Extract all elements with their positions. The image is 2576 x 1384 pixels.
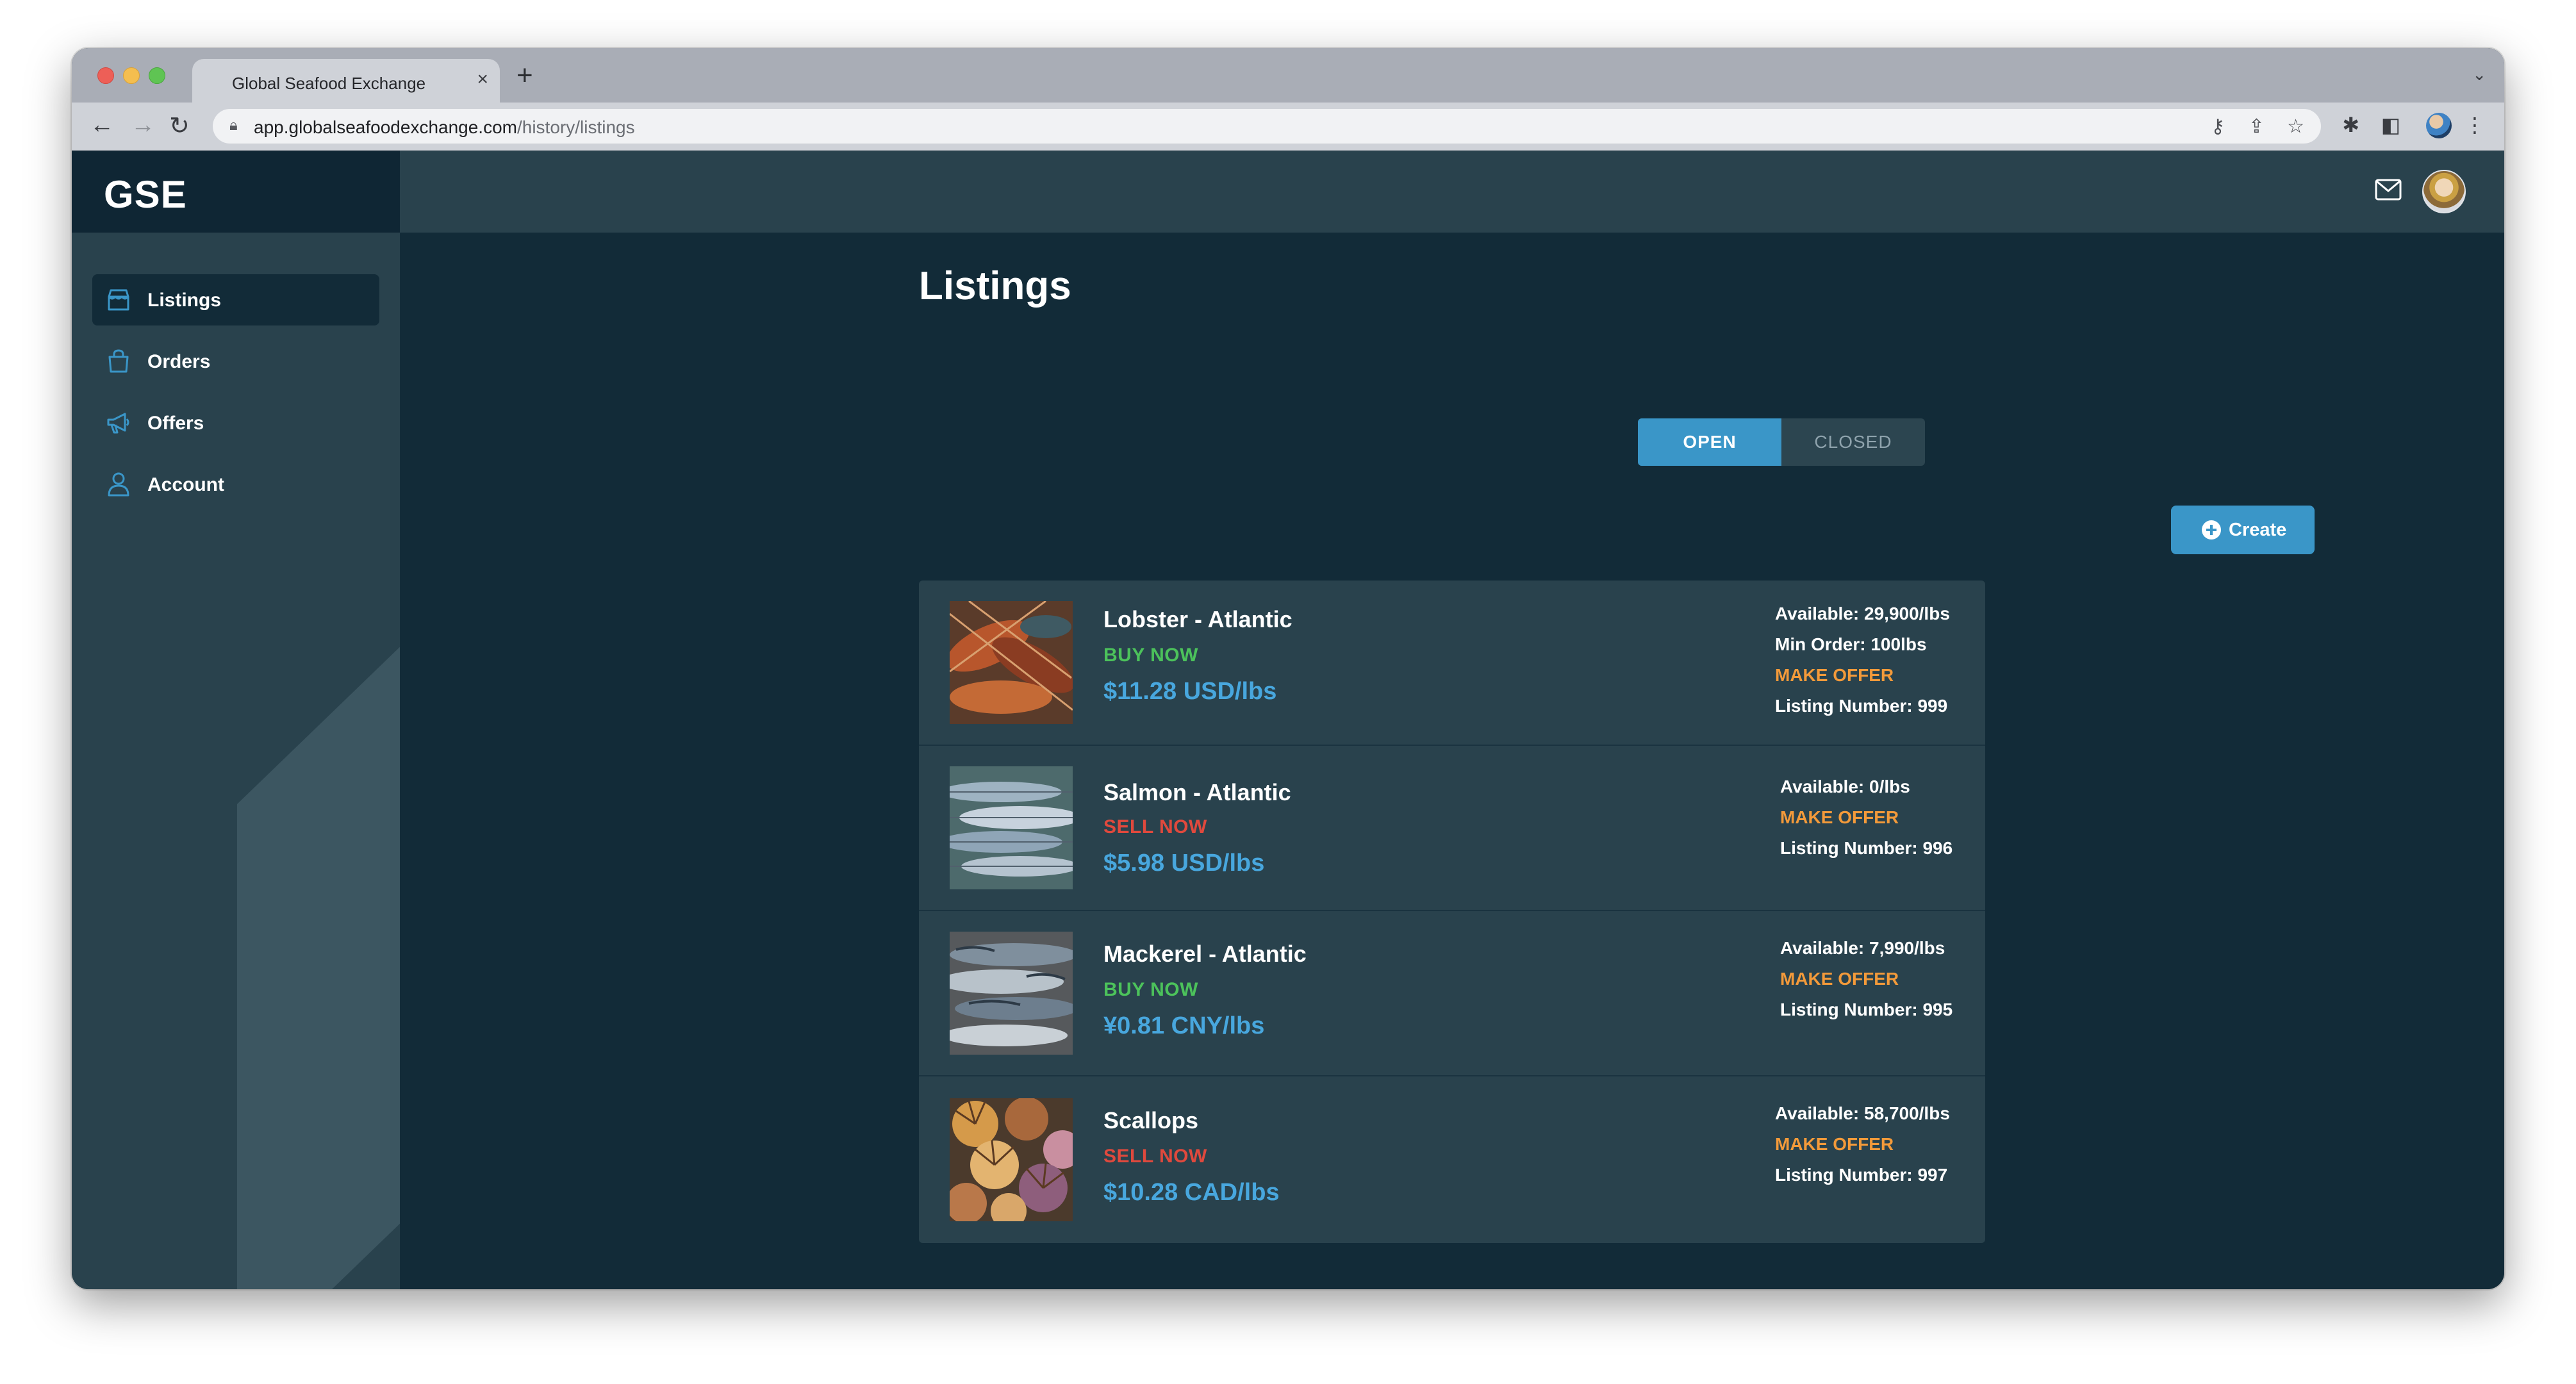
listing-name[interactable]: Scallops: [1103, 1107, 1198, 1134]
user-icon: [108, 472, 129, 497]
tab-title: Global Seafood Exchange: [232, 74, 426, 93]
tab-closed[interactable]: CLOSED: [1781, 418, 1925, 466]
listing-row[interactable]: Mackerel - Atlantic BUY NOW ¥0.81 CNY/lb…: [919, 911, 1985, 1076]
create-listing-button[interactable]: Create: [2171, 506, 2315, 554]
available-quantity: Available: 58,700/lbs: [1775, 1103, 1950, 1123]
listing-number: Listing Number: 999: [1775, 696, 1948, 716]
buy-now-link[interactable]: BUY NOW: [1103, 979, 1198, 1001]
listing-price: $10.28 CAD/lbs: [1103, 1179, 1280, 1206]
main-content: Listings OPEN CLOSED Create Lobster - At…: [400, 233, 2504, 1289]
brand-header: GSE: [72, 151, 400, 233]
sidebar-item-label: Account: [147, 474, 224, 495]
lobster-thumbnail[interactable]: [950, 601, 1073, 724]
browser-tab[interactable]: Global Seafood Exchange ×: [192, 59, 500, 103]
forward-arrow-icon[interactable]: →: [131, 111, 155, 139]
make-offer-link[interactable]: MAKE OFFER: [1775, 660, 1950, 691]
listings-list: Lobster - Atlantic BUY NOW $11.28 USD/lb…: [919, 581, 1985, 1243]
listing-details: Available: 58,700/lbs MAKE OFFER Listing…: [1775, 1098, 1950, 1190]
tab-search-chevron-icon[interactable]: ⌄: [2472, 65, 2486, 85]
url-path: /history/listings: [516, 117, 635, 137]
sidebar-item-orders[interactable]: Orders: [92, 336, 379, 387]
listing-details: Available: 7,990/lbs MAKE OFFER Listing …: [1780, 933, 1953, 1025]
listing-details: Available: 0/lbs MAKE OFFER Listing Numb…: [1780, 771, 1953, 864]
mackerel-thumbnail[interactable]: [950, 932, 1073, 1055]
sidebar-item-label: Offers: [147, 413, 204, 434]
reload-icon[interactable]: ↻: [169, 111, 190, 140]
lock-icon[interactable]: 🔒︎: [229, 117, 238, 135]
listing-row[interactable]: Lobster - Atlantic BUY NOW $11.28 USD/lb…: [919, 581, 1985, 746]
make-offer-link[interactable]: MAKE OFFER: [1780, 964, 1953, 994]
listing-name[interactable]: Salmon - Atlantic: [1103, 779, 1291, 806]
key-icon[interactable]: ⚷: [2211, 115, 2225, 138]
listing-number: Listing Number: 995: [1780, 1000, 1953, 1019]
buy-now-link[interactable]: BUY NOW: [1103, 645, 1198, 666]
address-bar[interactable]: 🔒︎ app.globalseafoodexchange.com/history…: [213, 109, 2321, 144]
sidebar-item-offers[interactable]: Offers: [92, 397, 379, 449]
sidebar-item-listings[interactable]: Listings: [92, 274, 379, 325]
available-quantity: Available: 29,900/lbs: [1775, 604, 1950, 623]
browser-toolbar: ← → ↻ 🔒︎ app.globalseafoodexchange.com/h…: [72, 103, 2504, 151]
listing-name[interactable]: Lobster - Atlantic: [1103, 606, 1292, 633]
maximize-window-button[interactable]: [149, 67, 165, 84]
plus-circle-icon: [2202, 520, 2221, 540]
url-host: app.globalseafoodexchange.com: [254, 117, 517, 137]
browser-window: Global Seafood Exchange × + ⌄ ← → ↻ 🔒︎ a…: [72, 48, 2504, 1289]
browser-tab-strip: Global Seafood Exchange × + ⌄: [72, 48, 2504, 103]
extensions-icon[interactable]: ✱: [2342, 113, 2359, 137]
status-toggle: OPEN CLOSED: [1638, 418, 1925, 466]
sidebar-decoration: [237, 556, 400, 1289]
salmon-thumbnail[interactable]: [950, 766, 1073, 889]
sidebar: GSE Listings Orders Offers Account: [72, 151, 400, 1289]
listing-details: Available: 29,900/lbs Min Order: 100lbs …: [1775, 598, 1950, 721]
star-icon[interactable]: ☆: [2287, 115, 2304, 138]
listing-price: $5.98 USD/lbs: [1103, 850, 1265, 877]
browser-menu-icon[interactable]: ⋮: [2465, 113, 2485, 137]
listing-row[interactable]: Scallops SELL NOW $10.28 CAD/lbs Availab…: [919, 1076, 1985, 1243]
listing-name[interactable]: Mackerel - Atlantic: [1103, 941, 1307, 968]
close-window-button[interactable]: [97, 67, 114, 84]
mail-icon[interactable]: [2375, 179, 2402, 201]
listing-price: $11.28 USD/lbs: [1103, 678, 1277, 705]
sell-now-link[interactable]: SELL NOW: [1103, 1146, 1207, 1167]
available-quantity: Available: 0/lbs: [1780, 777, 1910, 796]
sidebar-item-account[interactable]: Account: [92, 459, 379, 510]
shopping-bag-icon: [108, 349, 129, 373]
brand-logo[interactable]: GSE: [104, 172, 187, 217]
tab-open[interactable]: OPEN: [1638, 418, 1781, 466]
url-text[interactable]: app.globalseafoodexchange.com/history/li…: [254, 117, 635, 138]
make-offer-link[interactable]: MAKE OFFER: [1775, 1129, 1950, 1160]
top-bar: [400, 151, 2504, 233]
share-icon[interactable]: ⇪: [2249, 115, 2265, 138]
scallops-thumbnail[interactable]: [950, 1098, 1073, 1221]
minimize-window-button[interactable]: [123, 67, 140, 84]
make-offer-link[interactable]: MAKE OFFER: [1780, 802, 1953, 833]
sidebar-item-label: Listings: [147, 290, 222, 311]
app: GSE Listings Orders Offers Account Listi…: [72, 151, 2504, 1289]
megaphone-icon: [107, 413, 129, 434]
listing-price: ¥0.81 CNY/lbs: [1103, 1012, 1265, 1039]
listing-number: Listing Number: 997: [1775, 1165, 1948, 1185]
create-button-label: Create: [2229, 520, 2287, 540]
page-title: Listings: [919, 264, 1071, 308]
minimum-order: Min Order: 100lbs: [1775, 634, 1927, 654]
user-avatar[interactable]: [2422, 170, 2466, 213]
listing-row[interactable]: Salmon - Atlantic SELL NOW $5.98 USD/lbs…: [919, 746, 1985, 911]
sidebar-item-label: Orders: [147, 351, 211, 372]
tab-close-icon[interactable]: ×: [477, 69, 488, 90]
new-tab-button[interactable]: +: [516, 60, 533, 92]
store-icon: [108, 289, 129, 311]
browser-profile-avatar[interactable]: [2426, 113, 2452, 138]
side-panel-icon[interactable]: ◧: [2381, 113, 2400, 137]
back-arrow-icon[interactable]: ←: [90, 111, 114, 139]
available-quantity: Available: 7,990/lbs: [1780, 938, 1945, 958]
sell-now-link[interactable]: SELL NOW: [1103, 816, 1207, 838]
listing-number: Listing Number: 996: [1780, 838, 1953, 858]
